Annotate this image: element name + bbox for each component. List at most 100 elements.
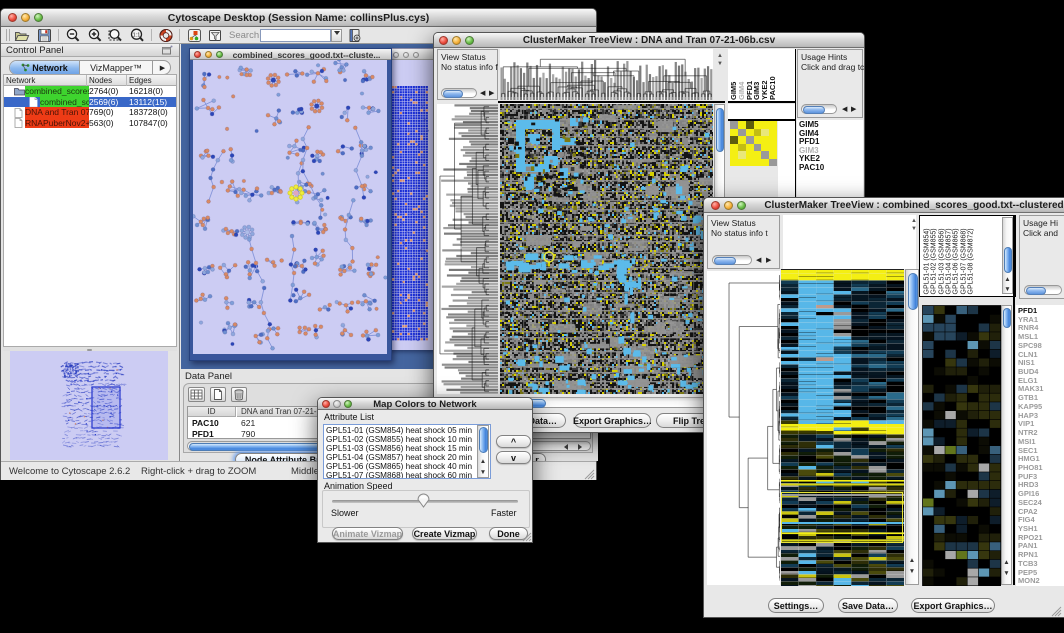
network-row[interactable]: DNA and Tran 07769(0)183728(0) bbox=[4, 107, 176, 118]
animate-vizmap-button[interactable]: Animate Vizmap bbox=[332, 527, 403, 540]
slider-right-arrow-icon[interactable]: ▶ bbox=[489, 89, 494, 98]
col-edges[interactable]: Edges bbox=[129, 76, 152, 85]
slider-thumb[interactable] bbox=[1026, 287, 1046, 295]
create-vizmap-button[interactable]: Create Vizmap bbox=[412, 527, 477, 540]
close-button[interactable] bbox=[393, 52, 399, 58]
scroll-up-arrow-icon[interactable]: ▲ bbox=[478, 457, 488, 466]
tv1-title-bar[interactable]: ClusterMaker TreeView : DNA and Tran 07-… bbox=[434, 33, 864, 48]
resize-grip-icon[interactable] bbox=[584, 469, 595, 480]
tv2-settings-button[interactable]: Settings… bbox=[768, 598, 824, 613]
tv1-column-dendrogram-canvas[interactable] bbox=[500, 49, 713, 100]
main-title-bar[interactable]: Cytoscape Desktop (Session Name: collins… bbox=[1, 9, 596, 27]
tv2-save-data-button[interactable]: Save Data… bbox=[838, 598, 898, 613]
tv2-row-dendrogram-canvas[interactable] bbox=[707, 271, 780, 585]
vscroll-thumb[interactable] bbox=[1003, 308, 1011, 328]
network-graph-canvas[interactable] bbox=[193, 60, 387, 354]
network-view-title-bar[interactable]: combined_scores_good.txt--cluste... bbox=[190, 49, 391, 60]
attribute-list-item[interactable]: GPL51-02 (GSM855) heat shock 10 min bbox=[326, 435, 476, 444]
tv1-row-dendrogram-canvas[interactable] bbox=[437, 104, 498, 394]
attribute-list-item[interactable]: GPL51-07 (GSM868) heat shock 60 min bbox=[326, 471, 476, 479]
attribute-list-item[interactable]: GPL51-06 (GSM865) heat shock 40 min bbox=[326, 462, 476, 471]
tv2-heatmap-vscrollbar[interactable]: ▲ ▼ bbox=[905, 269, 919, 585]
attribute-table-icon[interactable] bbox=[188, 387, 205, 402]
annotation-note-icon[interactable] bbox=[208, 28, 223, 43]
slider-left-arrow-icon[interactable]: ◀ bbox=[480, 89, 485, 98]
open-folder-icon[interactable] bbox=[14, 28, 30, 43]
save-floppy-icon[interactable] bbox=[37, 28, 52, 43]
network-row[interactable]: combined_sco2569(6)13112(15) bbox=[4, 97, 176, 108]
tv2-zoom-heatmap-canvas[interactable] bbox=[922, 305, 1001, 586]
scroll-up-arrow-icon[interactable]: ▲ bbox=[1002, 558, 1011, 567]
move-up-button[interactable]: ^ bbox=[496, 435, 531, 448]
scroll-up-arrow-icon[interactable]: ▲ bbox=[911, 218, 917, 224]
tv1-status-slider[interactable] bbox=[441, 88, 477, 98]
tv2-labels-vscrollbar[interactable]: ▲ ▼ bbox=[1002, 217, 1013, 294]
attribute-list-item[interactable]: GPL51-04 (GSM857) heat shock 20 min bbox=[326, 453, 476, 462]
slider-thumb[interactable] bbox=[714, 257, 736, 265]
zoom-button[interactable] bbox=[216, 51, 223, 58]
scroll-down-arrow-icon[interactable]: ▼ bbox=[911, 226, 917, 232]
tv2-title-bar[interactable]: ClusterMaker TreeView : combined_scores_… bbox=[704, 198, 1064, 213]
zoom-button[interactable] bbox=[413, 52, 419, 58]
speed-slider-thumb[interactable] bbox=[417, 493, 430, 508]
scroll-down-arrow-icon[interactable]: ▼ bbox=[1003, 285, 1012, 294]
minimize-button[interactable] bbox=[205, 51, 212, 58]
tab-vizmapper[interactable]: VizMapper™ bbox=[80, 61, 152, 74]
tv2-status-slider[interactable] bbox=[712, 255, 752, 265]
scroll-up-arrow-icon[interactable]: ▲ bbox=[717, 53, 723, 59]
scroll-right-arrow-icon[interactable] bbox=[578, 444, 582, 450]
col-network[interactable]: Network bbox=[6, 76, 35, 85]
slider-thumb[interactable] bbox=[803, 106, 825, 114]
scroll-left-arrow-icon[interactable] bbox=[564, 444, 568, 450]
move-down-button[interactable]: v bbox=[496, 451, 531, 464]
close-button[interactable] bbox=[194, 51, 201, 58]
network-overview-canvas[interactable] bbox=[10, 351, 168, 460]
vscroll-thumb[interactable] bbox=[479, 427, 488, 453]
internal-window-network[interactable]: combined_scores_good.txt--cluste... bbox=[189, 48, 392, 361]
vscroll-thumb[interactable] bbox=[716, 108, 724, 152]
attribute-list-item[interactable]: GPL51-03 (GSM856) heat shock 15 min bbox=[326, 444, 476, 453]
minimize-button[interactable] bbox=[403, 52, 409, 58]
tab-overflow-button[interactable]: ▶ bbox=[152, 61, 171, 74]
scroll-down-arrow-icon[interactable]: ▼ bbox=[717, 61, 723, 67]
tv1-export-graphics-button[interactable]: Export Graphics… bbox=[574, 413, 651, 428]
attribute-list-item[interactable]: GPL51-01 (GSM854) heat shock 05 min bbox=[326, 426, 476, 435]
new-attribute-icon[interactable] bbox=[210, 387, 226, 402]
zoom-selected-icon[interactable] bbox=[107, 28, 124, 43]
col-nodes[interactable]: Nodes bbox=[89, 76, 112, 85]
vizmapper-grid-icon[interactable] bbox=[187, 28, 202, 43]
search-input[interactable] bbox=[260, 29, 331, 42]
network-row[interactable]: RNAPuberNov2+!563(0)107847(0) bbox=[4, 118, 176, 129]
slider-left-arrow-icon[interactable]: ◀ bbox=[756, 256, 761, 265]
list-vscrollbar[interactable]: ▲ ▼ bbox=[477, 425, 489, 478]
network-row[interactable]: combined_scores_2764(0)16218(0) bbox=[4, 86, 176, 97]
zoom-out-icon[interactable] bbox=[65, 28, 81, 43]
tv2-export-graphics-button[interactable]: Export Graphics… bbox=[911, 598, 995, 613]
slider-thumb[interactable] bbox=[443, 90, 463, 98]
tv2-usage-slider[interactable] bbox=[1024, 285, 1062, 295]
slider-left-arrow-icon[interactable]: ◀ bbox=[842, 105, 847, 114]
tab-network[interactable]: Network bbox=[10, 61, 80, 74]
tv2-selection-rect[interactable] bbox=[781, 492, 903, 543]
scroll-down-arrow-icon[interactable]: ▼ bbox=[906, 567, 918, 576]
zoom-in-icon[interactable] bbox=[87, 28, 103, 43]
tv1-usage-slider[interactable] bbox=[801, 104, 837, 114]
attr-col-id[interactable]: ID bbox=[188, 407, 236, 417]
lifesaver-ring-icon[interactable] bbox=[158, 28, 174, 43]
dialog-title-bar[interactable]: Map Colors to Network bbox=[318, 398, 532, 410]
slider-right-arrow-icon[interactable]: ▶ bbox=[766, 256, 771, 265]
scroll-down-arrow-icon[interactable]: ▼ bbox=[1002, 569, 1011, 578]
scroll-up-arrow-icon[interactable]: ▲ bbox=[906, 556, 918, 565]
delete-attribute-trash-icon[interactable] bbox=[231, 387, 247, 402]
slider-right-arrow-icon[interactable]: ▶ bbox=[851, 105, 856, 114]
resize-grip-icon[interactable] bbox=[1051, 606, 1062, 617]
float-panel-icon[interactable] bbox=[161, 45, 173, 56]
tv1-mini-matrix[interactable] bbox=[730, 121, 777, 166]
scroll-down-arrow-icon[interactable]: ▼ bbox=[478, 468, 488, 477]
vscroll-thumb[interactable] bbox=[908, 273, 918, 310]
scroll-up-arrow-icon[interactable]: ▲ bbox=[1003, 275, 1012, 284]
vscroll-thumb[interactable] bbox=[1004, 247, 1012, 273]
zoom-fit-icon[interactable]: 1:1 bbox=[129, 28, 146, 43]
tv1-heatmap-canvas[interactable] bbox=[500, 104, 713, 394]
resize-grip-icon[interactable] bbox=[522, 532, 532, 542]
